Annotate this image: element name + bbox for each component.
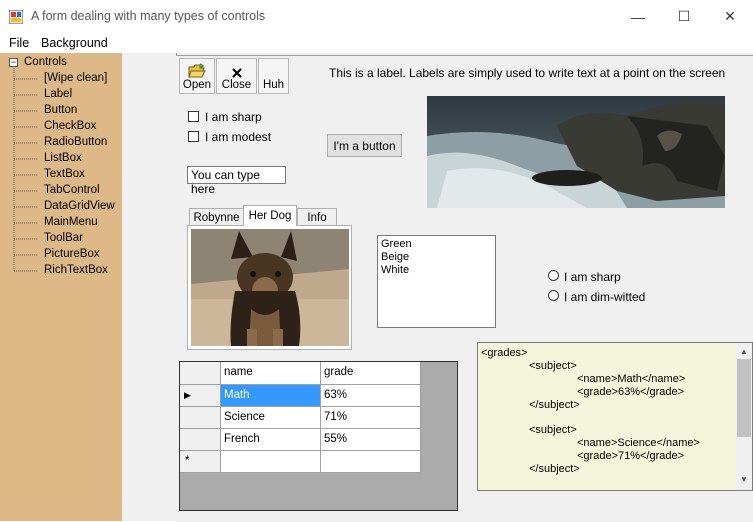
tree-item-tabcontrol[interactable]: TabControl <box>44 184 100 196</box>
menu-file[interactable]: File <box>9 36 29 50</box>
menu-bar <box>0 33 753 53</box>
tree-item-wipe-clean[interactable]: [Wipe clean] <box>44 72 107 84</box>
app-icon <box>9 10 23 24</box>
xml-line: </subject> <box>529 463 580 475</box>
xml-line: <grade>71%</grade> <box>577 450 685 462</box>
x-icon <box>231 68 242 78</box>
xml-richtextbox[interactable]: <grades> <subject> <name>Math</name> <gr… <box>477 342 753 491</box>
folder-open-icon <box>188 63 206 78</box>
sample-text-input[interactable]: You can type here <box>187 166 286 196</box>
tree-item-toolbar[interactable]: ToolBar <box>44 232 83 244</box>
toolbar-huh-button[interactable]: Huh <box>258 58 289 94</box>
grid-cell[interactable]: Science <box>221 407 321 429</box>
colour-listbox[interactable]: Green Beige White <box>377 235 496 328</box>
menu-background[interactable]: Background <box>41 36 108 50</box>
grid-cell[interactable]: 55% <box>321 429 421 451</box>
xml-line: <subject> <box>529 424 577 436</box>
grid-new-cell[interactable] <box>221 451 321 473</box>
beach-rocks-picture <box>427 96 725 208</box>
list-item[interactable]: White <box>381 264 492 277</box>
toolbar-close-label: Close <box>221 79 252 91</box>
xml-line: <subject> <box>529 360 577 372</box>
scroll-down-arrow-icon[interactable]: ▼ <box>740 475 748 484</box>
grid-cell-selected[interactable]: Math <box>221 385 321 407</box>
splitter-gap[interactable] <box>122 53 177 521</box>
grid-cell[interactable]: French <box>221 429 321 451</box>
xml-line: </subject> <box>529 399 580 411</box>
grid-row-header-current[interactable]: ▶ <box>180 385 221 407</box>
tree-item-mainmenu[interactable]: MainMenu <box>44 216 98 228</box>
xml-line: <name>Math</name> <box>577 373 686 385</box>
tree-item-datagridview[interactable]: DataGridView <box>44 200 115 212</box>
radio-dim-witted-label: I am dim-witted <box>564 290 646 304</box>
grid-row-header[interactable] <box>180 429 221 451</box>
grid-cell[interactable]: 71% <box>321 407 421 429</box>
toolbar-close-button[interactable]: Close <box>216 58 257 94</box>
xml-line: <name>Science</name> <box>577 437 700 449</box>
checkbox-sharp-label: I am sharp <box>205 110 262 124</box>
grid-new-cell[interactable] <box>321 451 421 473</box>
xml-line: <grades> <box>481 347 528 359</box>
tab-info[interactable]: Info <box>297 208 337 226</box>
tree-item-checkbox[interactable]: CheckBox <box>44 120 96 132</box>
grid-row-header[interactable] <box>180 407 221 429</box>
tab-page-her-dog <box>187 225 352 350</box>
xml-line: <grade>63%</grade> <box>577 386 685 398</box>
toolbar-open-label: Open <box>182 79 212 91</box>
tree-item-listbox[interactable]: ListBox <box>44 152 82 164</box>
tree-item-picturebox[interactable]: PictureBox <box>44 248 100 260</box>
info-label: This is a label. Labels are simply used … <box>329 66 726 80</box>
close-window-button[interactable]: ✕ <box>707 0 753 33</box>
toolbar-open-button[interactable]: Open <box>179 58 215 94</box>
tree-item-radiobutton[interactable]: RadioButton <box>44 136 107 148</box>
grid-header-grade[interactable]: grade <box>321 362 421 385</box>
toolbar-huh-label: Huh <box>262 79 285 91</box>
checkbox-modest[interactable] <box>188 131 199 142</box>
checkbox-sharp[interactable] <box>188 111 199 122</box>
window-title: A form dealing with many types of contro… <box>31 9 266 23</box>
radio-dim-witted[interactable] <box>548 290 559 301</box>
minimize-button[interactable]: — <box>615 0 661 33</box>
grid-corner-header[interactable] <box>180 362 221 385</box>
scroll-up-arrow-icon[interactable]: ▲ <box>740 347 748 356</box>
grid-cell[interactable]: 63% <box>321 385 421 407</box>
tree-item-button[interactable]: Button <box>44 104 77 116</box>
checkbox-modest-label: I am modest <box>205 130 272 144</box>
tab-her-dog[interactable]: Her Dog <box>243 205 297 226</box>
collapse-toggle-icon[interactable]: − <box>9 58 18 67</box>
tree-item-label[interactable]: Label <box>44 88 72 100</box>
radio-sharp[interactable] <box>548 270 559 281</box>
grid-row-header-new[interactable]: * <box>180 451 221 473</box>
tree-root-controls[interactable]: Controls <box>24 56 67 68</box>
maximize-button[interactable]: ☐ <box>661 0 707 33</box>
richtext-scrollbar[interactable]: ▲ ▼ <box>736 343 752 490</box>
tree-item-richtextbox[interactable]: RichTextBox <box>44 264 108 276</box>
radio-sharp-label: I am sharp <box>564 270 621 284</box>
tree-item-textbox[interactable]: TextBox <box>44 168 85 180</box>
controls-tree[interactable]: − Controls [Wipe clean] Label Button Che… <box>0 53 122 521</box>
im-a-button[interactable]: I'm a button <box>327 134 402 157</box>
grid-header-name[interactable]: name <box>221 362 321 385</box>
scrollbar-thumb[interactable] <box>737 359 751 437</box>
tab-robynne[interactable]: Robynne <box>189 208 244 226</box>
dog-picture <box>191 229 349 346</box>
list-item[interactable]: Beige <box>381 251 492 264</box>
list-item[interactable]: Green <box>381 238 492 251</box>
